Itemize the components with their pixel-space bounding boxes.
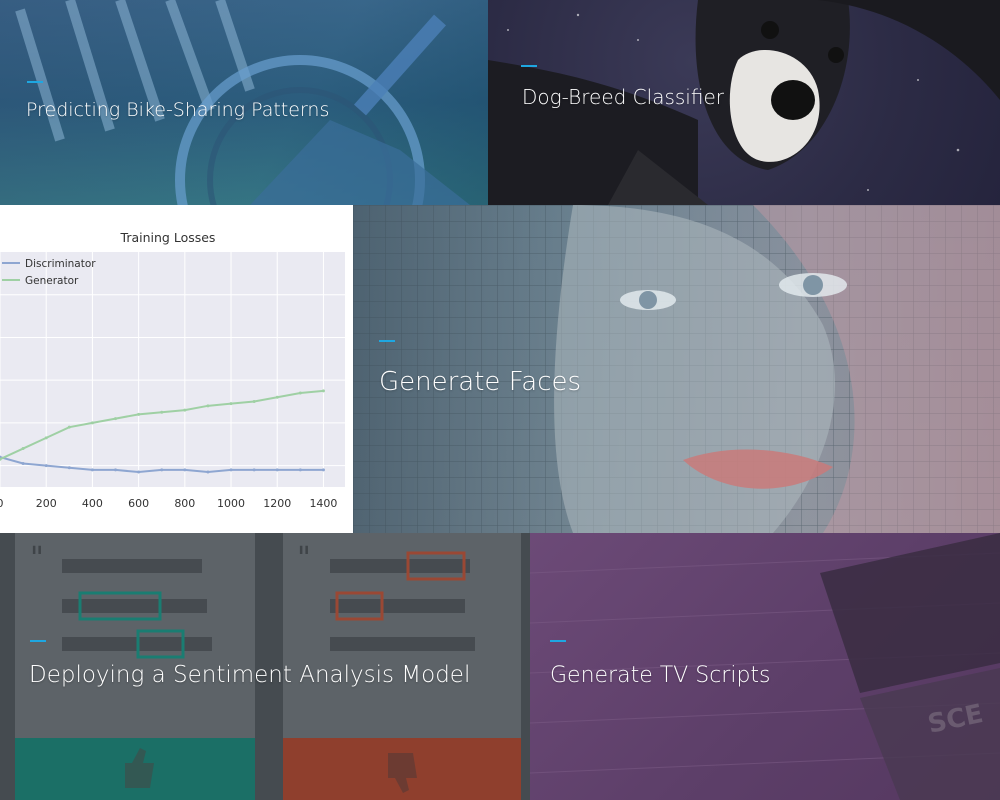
plot-area bbox=[0, 252, 345, 487]
title-accent-bar bbox=[379, 340, 395, 342]
training-losses-chart: 0 200 400 600 800 1000 1200 1400 Training Losses… bbox=[0, 205, 353, 533]
x-tick-label: 1000 bbox=[217, 497, 245, 510]
series-point bbox=[21, 447, 25, 451]
project-tile-sentiment-analysis[interactable]: " " Deploying a Sentiment Analysis Model bbox=[0, 533, 530, 800]
series-point bbox=[252, 468, 256, 472]
series-point bbox=[137, 470, 141, 474]
tile-title: Deploying a Sentiment Analysis Model bbox=[29, 662, 471, 688]
title-accent-bar bbox=[27, 81, 43, 83]
project-tile-generate-faces[interactable]: Generate Faces bbox=[353, 205, 1000, 533]
x-tick-label: 0 bbox=[0, 497, 4, 510]
tile-title: Generate Faces bbox=[379, 367, 582, 397]
project-tile-dog-breed[interactable]: Dog-Breed Classifier bbox=[488, 0, 1000, 205]
series-point bbox=[90, 421, 94, 425]
series-point bbox=[275, 395, 279, 399]
series-point bbox=[321, 468, 325, 472]
series-point bbox=[114, 417, 118, 421]
tile-title: Predicting Bike-Sharing Patterns bbox=[26, 99, 330, 121]
series-point bbox=[206, 404, 210, 408]
title-accent-bar bbox=[521, 65, 537, 67]
x-tick-label: 1200 bbox=[263, 497, 291, 510]
series-point bbox=[44, 436, 48, 440]
chart-svg: 0 200 400 600 800 1000 1200 1400 Training Losses… bbox=[0, 230, 345, 510]
x-tick-label: 600 bbox=[128, 497, 149, 510]
series-point bbox=[114, 468, 118, 472]
title-accent-bar bbox=[30, 640, 46, 642]
series-point bbox=[44, 464, 48, 468]
x-tick-label: 800 bbox=[174, 497, 195, 510]
series-point bbox=[298, 391, 302, 395]
series-point bbox=[229, 468, 233, 472]
series-point bbox=[21, 462, 25, 465]
series-point bbox=[90, 468, 94, 472]
tile-title: Generate TV Scripts bbox=[550, 663, 771, 688]
svg-text:": " bbox=[297, 541, 311, 576]
series-point bbox=[160, 410, 164, 414]
series-point bbox=[321, 389, 325, 393]
legend-label: Generator bbox=[25, 275, 79, 287]
title-accent-bar bbox=[550, 640, 566, 642]
x-tick-label: 200 bbox=[36, 497, 57, 510]
series-point bbox=[275, 468, 279, 472]
series-point bbox=[252, 400, 256, 404]
svg-text:": " bbox=[30, 541, 44, 576]
x-tick-label: 400 bbox=[82, 497, 103, 510]
project-tile-bike-sharing[interactable]: Predicting Bike-Sharing Patterns bbox=[0, 0, 488, 205]
series-point bbox=[160, 468, 164, 472]
tile-title: Dog-Breed Classifier bbox=[522, 85, 724, 109]
legend-label: Discriminator bbox=[25, 258, 96, 270]
chart-title: Training Losses bbox=[120, 230, 216, 245]
series-point bbox=[229, 402, 233, 406]
x-tick-label: 1400 bbox=[309, 497, 337, 510]
series-point bbox=[298, 468, 302, 472]
series-point bbox=[137, 412, 141, 416]
series-point bbox=[206, 470, 210, 474]
series-point bbox=[67, 466, 71, 470]
series-point bbox=[183, 468, 187, 472]
project-tile-tv-scripts[interactable]: SCE Generate TV Scripts bbox=[530, 533, 1000, 800]
series-point bbox=[67, 425, 71, 429]
series-point bbox=[183, 408, 187, 412]
